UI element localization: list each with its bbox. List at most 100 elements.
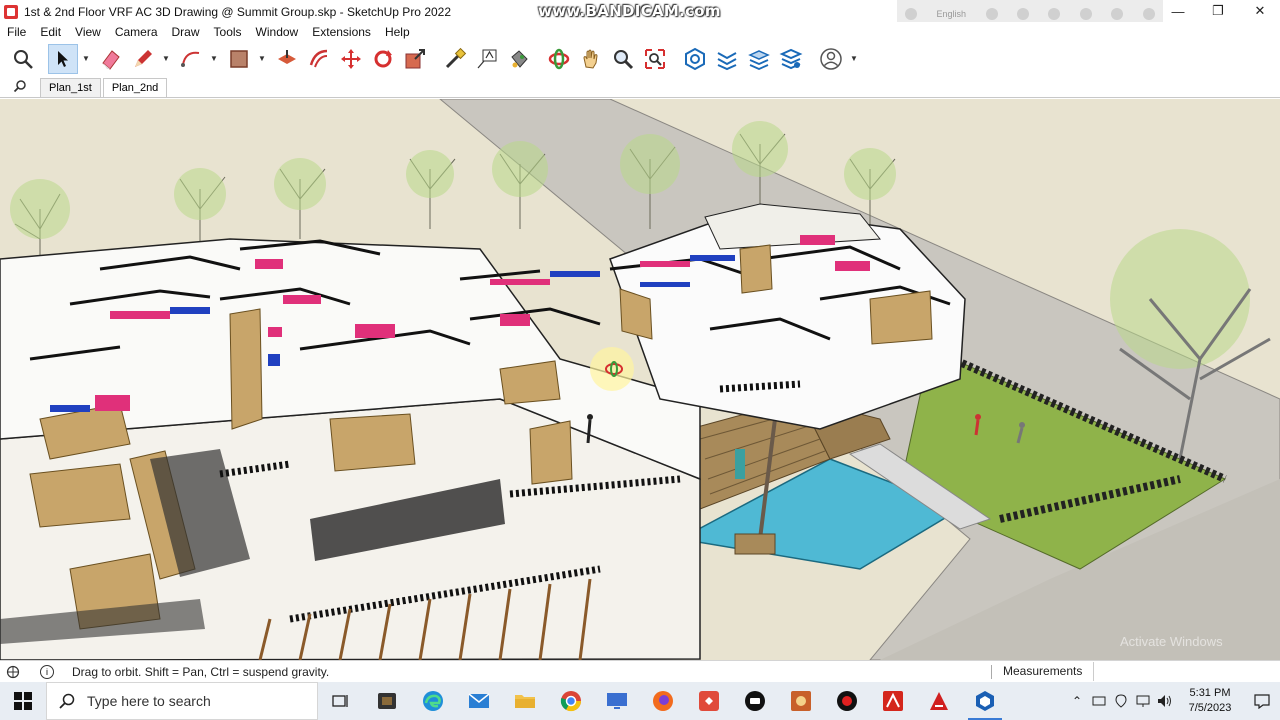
paint-bucket-tool-button[interactable]	[504, 44, 534, 74]
notifications-button[interactable]	[1244, 682, 1280, 720]
scale-tool-button[interactable]	[400, 44, 430, 74]
record-icon	[837, 691, 857, 711]
recorder-language[interactable]: English	[936, 9, 966, 19]
recorder-settings-icon[interactable]	[1048, 8, 1061, 20]
edge-icon	[423, 691, 443, 711]
menu-help[interactable]: Help	[378, 25, 417, 39]
move-tool-button[interactable]	[336, 44, 366, 74]
taskbar-clock[interactable]: 5:31 PM 7/5/2023	[1176, 686, 1244, 716]
tray-overflow-chevron-icon[interactable]: ⌃	[1066, 682, 1088, 720]
recorder-help-icon[interactable]	[1111, 8, 1124, 20]
orbit-cursor	[590, 347, 634, 391]
menu-draw[interactable]: Draw	[165, 25, 207, 39]
tray-location-icon[interactable]	[1110, 682, 1132, 720]
zoom-tool-button[interactable]	[608, 44, 638, 74]
arc-tool-button[interactable]	[176, 44, 206, 74]
recorder-pin-icon[interactable]	[1016, 8, 1029, 20]
taskbar-app-recorder[interactable]	[824, 682, 870, 720]
taskbar-app-screen-recorder[interactable]	[364, 682, 410, 720]
taskbar-app-zoom[interactable]	[732, 682, 778, 720]
minimize-button[interactable]: —	[1156, 0, 1200, 22]
restore-button[interactable]: ❐	[1196, 0, 1240, 22]
rectangle-icon	[230, 49, 248, 68]
model-viewport[interactable]: Activate Windows	[0, 99, 1280, 660]
scene-tab-plan-1st[interactable]: Plan_1st	[40, 78, 101, 97]
menu-extensions[interactable]: Extensions	[305, 25, 378, 39]
menu-view[interactable]: View	[68, 25, 108, 39]
measurements-label: Measurements	[1003, 664, 1083, 678]
mail-icon	[468, 693, 490, 708]
zoom-extents-tool-button[interactable]	[640, 44, 670, 74]
menu-edit[interactable]: Edit	[33, 25, 68, 39]
taskbar-app-photo-editor[interactable]	[778, 682, 824, 720]
taskbar-search-box[interactable]: Type here to search	[46, 682, 318, 720]
push-pull-tool-button[interactable]	[272, 44, 302, 74]
orbit-icon	[548, 48, 570, 69]
scene-tab-plan-2nd[interactable]: Plan_2nd	[102, 78, 168, 97]
menu-file[interactable]: File	[0, 25, 33, 39]
recorder-home-icon[interactable]	[905, 8, 917, 20]
layout-tool-button[interactable]	[744, 44, 774, 74]
measurements-input[interactable]	[1093, 662, 1280, 681]
geolocation-icon[interactable]	[6, 665, 20, 679]
pencil-dropdown[interactable]: ▼	[160, 44, 172, 74]
search-tool-button[interactable]	[8, 44, 38, 74]
menu-tools[interactable]: Tools	[207, 25, 249, 39]
select-dropdown[interactable]: ▼	[80, 44, 92, 74]
taskbar-search-placeholder: Type here to search	[87, 693, 211, 709]
start-button[interactable]	[0, 682, 46, 720]
search-icon	[14, 49, 33, 69]
task-view-button[interactable]	[318, 682, 364, 720]
taskbar-app-edge[interactable]	[410, 682, 456, 720]
extension-warehouse-tool-button[interactable]	[712, 44, 742, 74]
pencil-tool-button[interactable]	[128, 44, 158, 74]
task-view-icon	[332, 695, 348, 707]
window-title: 1st & 2nd Floor VRF AC 3D Drawing @ Summ…	[24, 4, 452, 19]
user-account-dropdown[interactable]: ▼	[848, 44, 860, 74]
clock-time: 5:31 PM	[1189, 687, 1231, 699]
firefox-icon	[653, 691, 673, 711]
user-account-button[interactable]	[816, 44, 846, 74]
instructor-info-icon[interactable]: i	[40, 664, 54, 679]
layout-icon	[748, 49, 770, 70]
extension-manager-tool-button[interactable]	[776, 44, 806, 74]
title-bar: 1st & 2nd Floor VRF AC 3D Drawing @ Summ…	[0, 0, 1280, 28]
select-tool-button[interactable]	[48, 43, 78, 74]
photo-editor-icon	[791, 691, 811, 711]
arc-dropdown[interactable]: ▼	[208, 44, 220, 74]
tray-volume-icon[interactable]	[1154, 682, 1176, 720]
warehouse-tool-button[interactable]	[680, 44, 710, 74]
building-3d-model: Activate Windows	[0, 99, 1280, 660]
taskbar-app-file-explorer[interactable]	[502, 682, 548, 720]
recorder-power-icon[interactable]	[1142, 8, 1155, 20]
eraser-tool-button[interactable]	[96, 44, 126, 74]
push-pull-icon	[278, 49, 296, 64]
taskbar-app-firefox[interactable]	[640, 682, 686, 720]
orbit-tool-button[interactable]	[544, 44, 574, 74]
rectangle-tool-button[interactable]	[224, 44, 254, 74]
rectangle-dropdown[interactable]: ▼	[256, 44, 268, 74]
taskbar-app-acrobat[interactable]	[870, 682, 916, 720]
close-button[interactable]: ✕	[1238, 0, 1280, 22]
scene-search-button[interactable]	[0, 75, 40, 97]
offset-tool-button[interactable]	[304, 44, 334, 74]
recorder-minimize-icon[interactable]	[985, 8, 998, 20]
taskbar-app-autocad[interactable]	[916, 682, 962, 720]
tape-measure-tool-button[interactable]	[440, 44, 470, 74]
tray-network-icon[interactable]	[1088, 682, 1110, 720]
tray-display-icon[interactable]	[1132, 682, 1154, 720]
taskbar-app-remote[interactable]	[594, 682, 640, 720]
menu-camera[interactable]: Camera	[108, 25, 165, 39]
rotate-tool-button[interactable]	[368, 44, 398, 74]
taskbar-app-sketchup[interactable]	[962, 682, 1008, 720]
taskbar-app-anydesk[interactable]	[686, 682, 732, 720]
status-divider	[991, 665, 992, 679]
taskbar-app-mail[interactable]	[456, 682, 502, 720]
text-tool-button[interactable]	[472, 44, 502, 74]
extension-manager-icon	[779, 48, 803, 69]
arc-icon	[181, 51, 200, 67]
menu-window[interactable]: Window	[249, 25, 306, 39]
pan-tool-button[interactable]	[576, 44, 606, 74]
taskbar-app-chrome[interactable]	[548, 682, 594, 720]
recorder-refresh-icon[interactable]	[1079, 8, 1092, 20]
